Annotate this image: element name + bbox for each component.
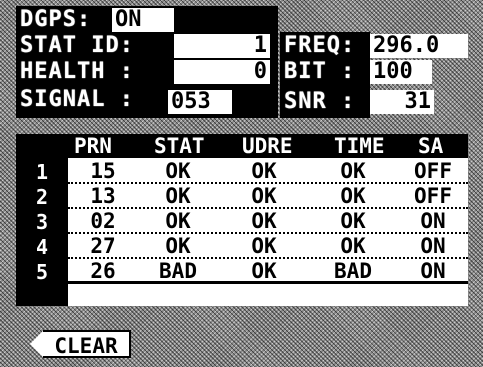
cell-sa: ON (420, 259, 446, 283)
bit-label: BIT : (284, 59, 356, 84)
row-number: 4 (16, 235, 68, 259)
header-prn: PRN (74, 134, 112, 158)
cell-time: OK (340, 159, 366, 183)
cell-udre: OK (251, 234, 277, 258)
header-udre: UDRE (242, 134, 293, 158)
row-number: 3 (16, 210, 68, 234)
stat-id-label: STAT ID: (20, 33, 134, 58)
signal-label: SIGNAL : (20, 87, 134, 112)
health-label: HEALTH : (20, 59, 134, 84)
cell-time: OK (340, 209, 366, 233)
table-row[interactable]: 26 BAD OK BAD ON (68, 260, 468, 284)
cell-time: BAD (334, 259, 372, 283)
snr-value: 31 (370, 90, 434, 114)
dgps-status-screen: DGPS: ON STAT ID: 1 HEALTH : 0 SIGNAL : … (0, 0, 483, 367)
left-arrow-icon (30, 330, 44, 358)
cell-udre: OK (251, 259, 277, 283)
cell-udre: OK (251, 209, 277, 233)
cell-prn: 02 (90, 209, 116, 233)
cell-stat: OK (165, 209, 191, 233)
freq-label: FREQ: (284, 33, 356, 58)
cell-sa: ON (420, 209, 446, 233)
health-value: 0 (174, 60, 270, 84)
dgps-value[interactable]: ON (112, 8, 174, 32)
table-row[interactable]: 13 OK OK OK OFF (68, 185, 468, 209)
freq-value: 296.0 (370, 34, 468, 58)
cell-sa: OFF (414, 159, 452, 183)
cell-prn: 27 (90, 234, 116, 258)
table-header: PRN STAT UDRE TIME SA (16, 134, 468, 158)
clear-button-label: CLEAR (43, 330, 131, 358)
cell-sa: OFF (414, 184, 452, 208)
cell-udre: OK (251, 184, 277, 208)
cell-udre: OK (251, 159, 277, 183)
snr-label: SNR : (284, 89, 356, 114)
cell-stat: OK (165, 184, 191, 208)
row-number: 1 (16, 160, 68, 184)
cell-prn: 15 (90, 159, 116, 183)
stat-id-value: 1 (174, 34, 270, 58)
cell-stat: OK (165, 159, 191, 183)
header-time: TIME (334, 134, 385, 158)
cell-time: OK (340, 234, 366, 258)
cell-prn: 13 (90, 184, 116, 208)
table-row[interactable]: 15 OK OK OK OFF (68, 160, 468, 184)
header-sa: SA (418, 134, 444, 158)
cell-stat: OK (165, 234, 191, 258)
clear-button[interactable]: CLEAR (30, 330, 134, 358)
header-stat: STAT (154, 134, 205, 158)
cell-prn: 26 (90, 259, 116, 283)
table-row[interactable]: 02 OK OK OK ON (68, 210, 468, 234)
dgps-label: DGPS: (20, 7, 92, 32)
bit-value: 100 (370, 60, 432, 84)
cell-stat: BAD (159, 259, 197, 283)
row-number: 5 (16, 260, 68, 284)
table-row[interactable]: 27 OK OK OK ON (68, 235, 468, 259)
row-number: 2 (16, 185, 68, 209)
signal-value: 053 (168, 90, 232, 114)
cell-sa: ON (420, 234, 446, 258)
cell-time: OK (340, 184, 366, 208)
